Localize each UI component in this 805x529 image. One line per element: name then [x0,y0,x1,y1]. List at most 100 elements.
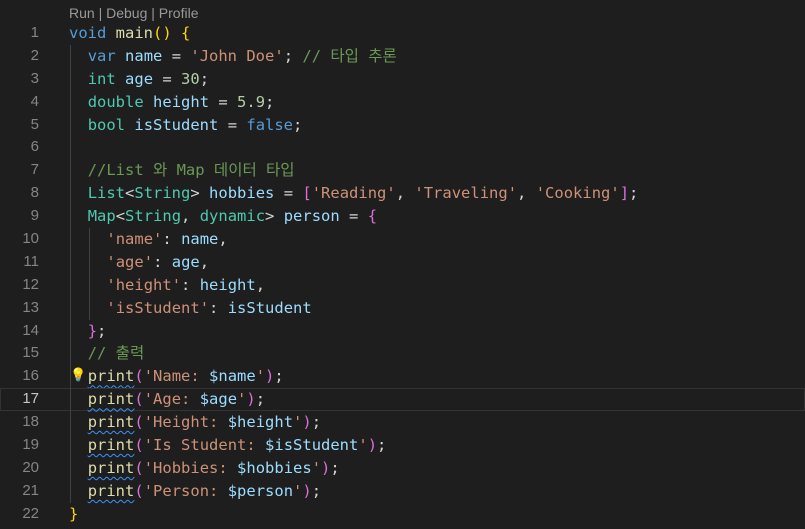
code-token: : [162,230,182,249]
code-line[interactable]: 21 print('Person: $person'); [0,479,805,503]
code-token: // 타입 추론 [302,46,397,65]
code-token: 'Height: [143,413,228,432]
line-number: 10 [22,230,39,248]
code-line[interactable]: 19 print('Is Student: $isStudent'); [0,434,805,457]
code-line[interactable]: 22} [0,503,805,526]
code-token: = [339,207,368,226]
code-line[interactable]: 7 //List 와 Map 데이터 타입 [0,159,805,183]
code-token: ; [255,390,266,409]
code-editor[interactable]: 1 void main() {2 var name = 'John Doe'; //… [0,22,805,526]
code-token: ' [255,367,266,386]
code-text: List<String> hobbies = ['Reading', 'Trav… [88,182,639,205]
code-token: 'Traveling' [414,184,518,203]
codelens-bar: Run | Debug | Profile [69,5,198,21]
code-token: ; [199,69,210,88]
code-token: 'Name: [143,367,210,386]
code-text: double height = 5.9; [88,91,275,114]
code-line[interactable]: 10 'name': name, [0,228,805,251]
codelens-profile-link[interactable]: Profile [159,5,199,21]
code-text: 'isStudent': isStudent [106,297,311,320]
code-token: 'John Doe' [190,46,284,65]
codelens-debug-link[interactable]: Debug [106,5,147,21]
code-line[interactable]: 8 List<String> hobbies = ['Reading', 'Tra… [0,182,805,206]
code-line[interactable]: 18 print('Height: $height'); [0,411,805,435]
code-token: 'Reading' [311,184,396,203]
line-number: 22 [22,504,39,522]
code-token: = [274,184,303,203]
line-number: 17 [22,390,39,408]
indent-guide [70,342,71,366]
code-token: ' [293,413,303,432]
code-text: bool isStudent = false; [88,114,303,137]
code-text: print('Age: $age'); [88,388,265,411]
code-line[interactable]: 4 double height = 5.9; [0,90,805,114]
code-token: name [125,46,163,65]
indent-guide [88,228,90,251]
line-number: 6 [30,138,39,156]
code-line[interactable]: 15 // 출력 [0,342,805,366]
code-token: < [115,207,126,226]
code-token: ; [311,481,322,500]
code-line[interactable]: 6 [0,136,805,160]
line-number: 2 [30,46,39,64]
line-number: 20 [22,458,39,476]
code-token: 'isStudent' [106,298,210,317]
indent-guide [70,90,71,114]
code-line[interactable]: 3 int age = 30; [0,67,805,91]
code-token: hobbies [209,184,275,203]
code-token: ) [302,413,312,432]
code-line[interactable]: 20 print('Hobbies: $hobbies'); [0,456,805,480]
code-text: print('Height: $height'); [88,411,321,434]
codelens-run-link[interactable]: Run [69,5,95,21]
indent-guide [88,250,90,274]
code-token: main [115,24,153,42]
code-line[interactable]: 12 'height': height, [0,273,805,297]
line-number: 13 [22,298,39,316]
line-number: 11 [23,252,39,270]
code-token: ( [134,436,144,455]
code-line[interactable]: 1 void main() { [0,22,805,45]
code-token: ; [274,367,284,386]
code-token: print [87,458,135,477]
code-line[interactable]: 16 print('Name: $name'); 💡 [0,365,805,389]
code-token: ; [311,413,322,432]
indent-guide [70,250,71,274]
code-line[interactable]: 5 bool isStudent = false; [0,113,805,137]
code-token: = [218,115,247,134]
line-number: 1 [30,24,39,41]
code-token: // 출력 [87,344,145,363]
code-line[interactable]: 13 'isStudent': isStudent [0,296,805,320]
code-token: 'height' [106,275,182,294]
line-number: 8 [30,184,39,202]
code-token: 'Person: [143,481,228,500]
code-line[interactable]: 11 'age': age, [0,250,805,274]
indent-guide [70,456,71,480]
indent-guide [70,113,71,137]
code-text: 'age': age, [106,251,209,274]
indent-guide [70,296,71,320]
code-line[interactable]: 17 print('Age: $age'); [0,388,805,412]
lightbulb-icon[interactable]: 💡 [70,365,86,388]
code-text: }; [88,320,107,343]
indent-guide [70,319,71,343]
code-token: age [171,252,200,271]
code-token: 'Cooking' [535,184,620,203]
code-token: , [395,184,415,203]
code-text: int age = 30; [88,68,209,91]
code-token: //List 와 Map 데이터 타입 [87,161,295,180]
indent-guide [70,205,71,229]
indent-guide [70,228,71,251]
code-line[interactable]: 2 var name = 'John Doe'; // 타입 추론 [0,44,805,68]
code-token: = [153,69,182,88]
code-line[interactable]: 9 Map<String, dynamic> person = { [0,205,805,229]
line-number: 5 [30,115,39,133]
code-token: ; [330,458,340,477]
code-token: $hobbies [237,458,312,477]
code-token: , [181,207,200,226]
code-token: : [181,275,200,294]
code-line[interactable]: 14}; [0,319,805,343]
code-token: , [255,275,266,294]
code-token: ( [134,413,144,432]
